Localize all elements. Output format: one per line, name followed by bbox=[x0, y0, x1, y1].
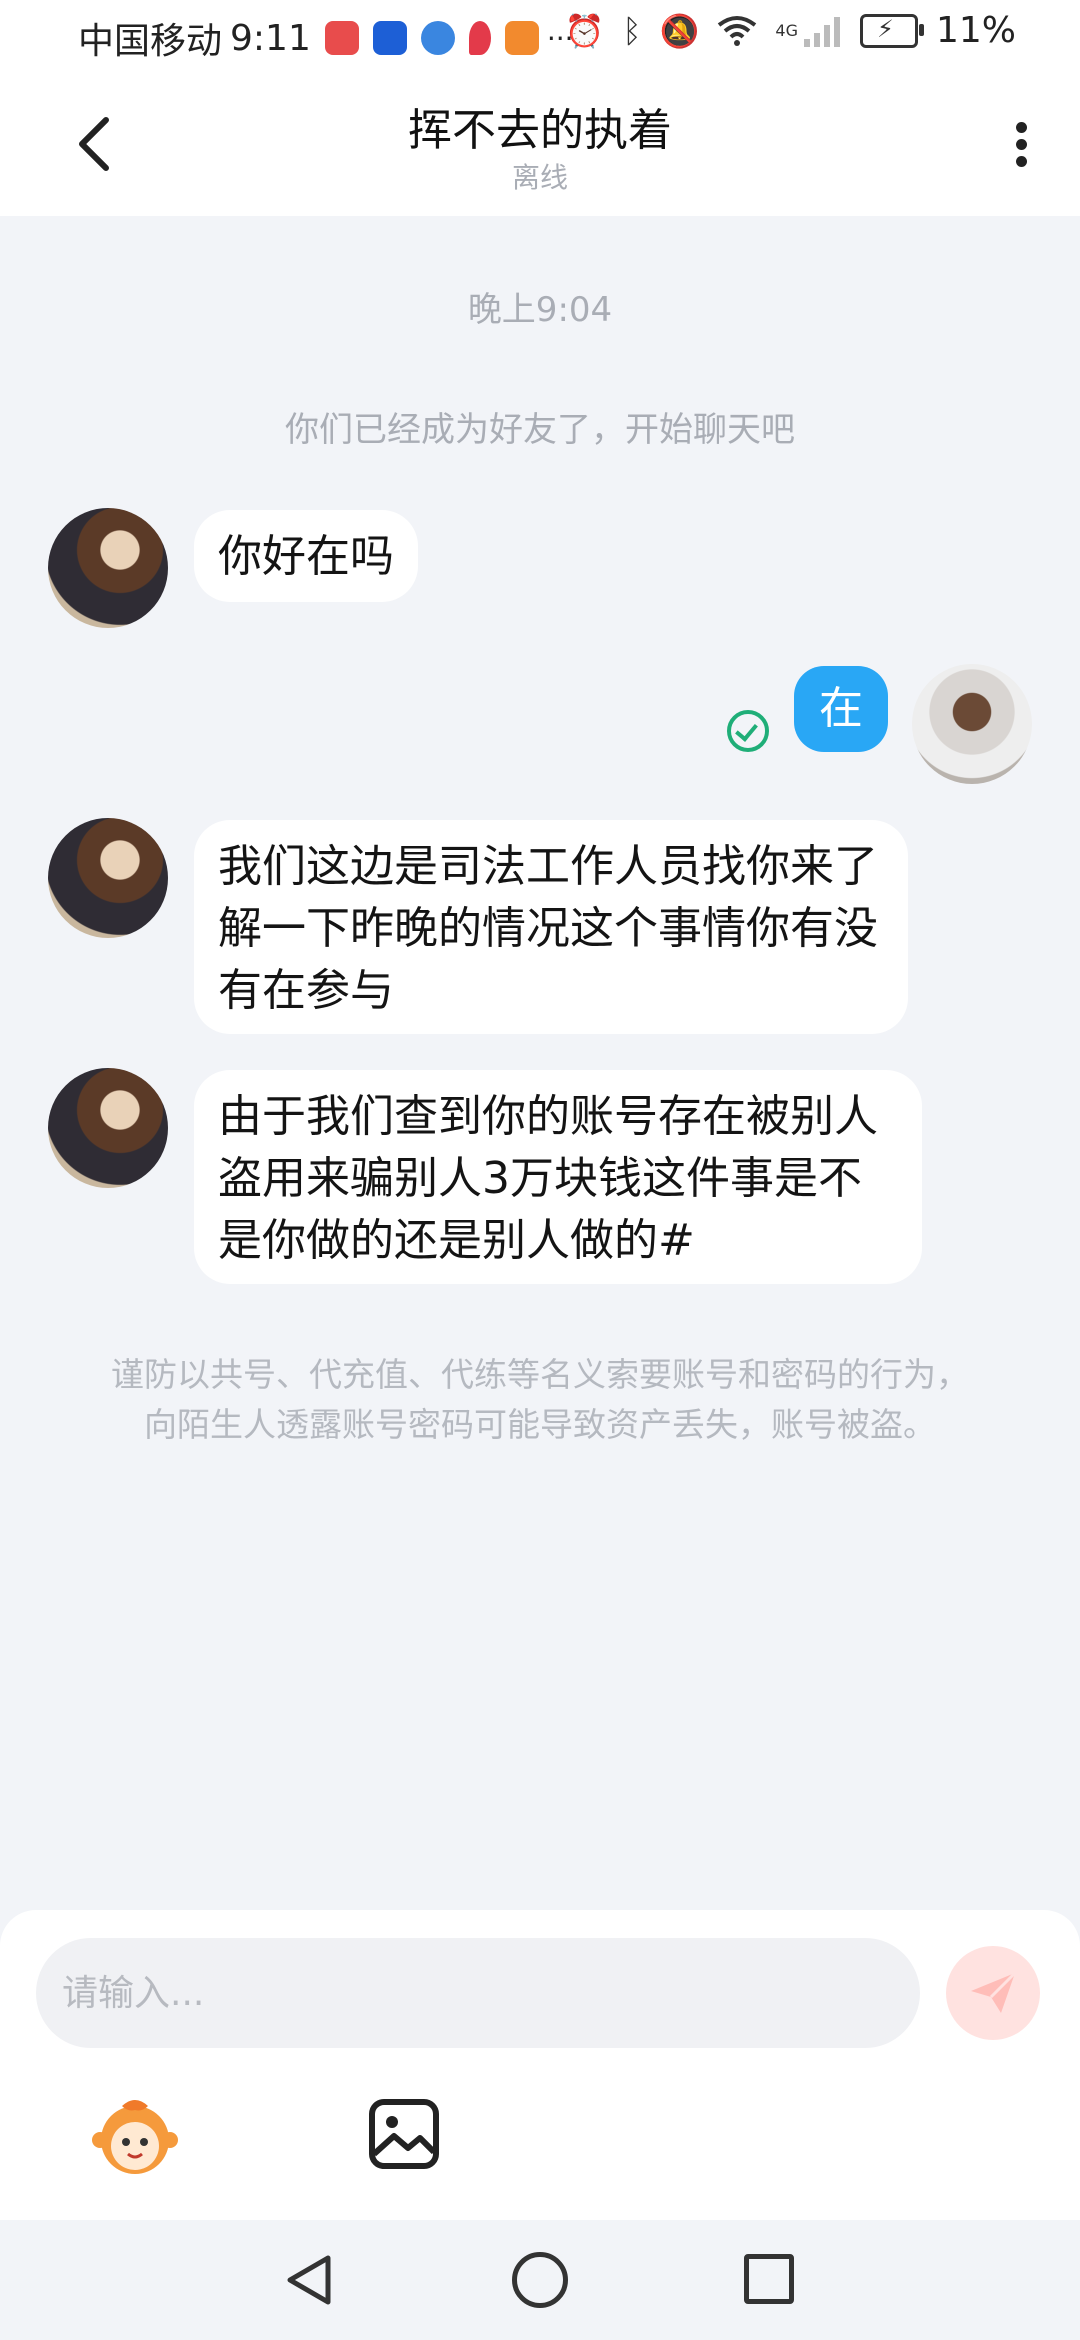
send-icon bbox=[971, 1971, 1017, 2013]
image-picker-icon[interactable] bbox=[368, 2098, 440, 2170]
bluetooth-icon: ᛒ bbox=[622, 11, 642, 50]
nav-back-icon[interactable] bbox=[282, 2252, 338, 2308]
globe-app-icon bbox=[420, 21, 455, 55]
wifi-icon bbox=[718, 15, 757, 46]
red-leaf-app-icon bbox=[468, 21, 491, 55]
video-app-icon bbox=[504, 21, 539, 55]
emoji-sticker-icon[interactable] bbox=[92, 2094, 178, 2180]
more-options-icon[interactable] bbox=[1006, 116, 1036, 176]
my-avatar[interactable] bbox=[912, 664, 1032, 784]
message-input[interactable] bbox=[36, 1938, 920, 2048]
status-bar-left: 中国移动 9:11 ··· bbox=[78, 12, 574, 64]
contact-avatar[interactable] bbox=[48, 818, 168, 938]
message-timestamp: 晚上9:04 bbox=[467, 290, 613, 330]
message-bubble-received[interactable]: 由于我们查到你的账号存在被别人盗用来骗别人3万块钱这件事是不是你做的还是别人做的… bbox=[194, 1070, 922, 1284]
network-type: 4G bbox=[775, 21, 798, 40]
message-bubble-sent[interactable]: 在 bbox=[794, 666, 888, 752]
huawei-mall-icon bbox=[324, 21, 359, 55]
message-composer bbox=[0, 1910, 1080, 2220]
read-receipt-icon bbox=[727, 710, 769, 752]
system-notice: 你们已经成为好友了，开始聊天吧 bbox=[285, 410, 795, 450]
message-bubble-received[interactable]: 你好在吗 bbox=[194, 510, 418, 602]
battery-icon: ⚡ bbox=[859, 13, 924, 48]
clock: 9:11 bbox=[230, 17, 311, 59]
mute-icon: 🔕 bbox=[659, 11, 700, 50]
contact-name: 挥不去的执着 bbox=[408, 105, 672, 156]
battery-level: 11% bbox=[935, 10, 1016, 51]
security-warning: 谨防以共号、代充值、代练等名义索要账号和密码的行为，向陌生人透露账号密码可能导致… bbox=[111, 1355, 969, 1444]
lightbulb-app-icon bbox=[372, 21, 407, 55]
contact-avatar[interactable] bbox=[48, 508, 168, 628]
system-nav-bar bbox=[0, 2220, 1080, 2340]
nav-home-icon[interactable] bbox=[512, 2252, 568, 2308]
status-bar-right: ⏰ ᛒ 🔕 4G ⚡ 11% bbox=[565, 10, 1016, 51]
contact-status: 离线 bbox=[511, 161, 568, 194]
chat-header: 挥不去的执着 离线 bbox=[0, 72, 1080, 216]
send-button[interactable] bbox=[946, 1946, 1040, 2040]
carrier-name: 中国移动 bbox=[78, 21, 223, 62]
chat-area[interactable]: 晚上9:04 你们已经成为好友了，开始聊天吧 你好在吗 在 我们这边是司法工作人… bbox=[0, 216, 1080, 1910]
signal-icon bbox=[803, 16, 840, 47]
nav-recents-icon[interactable] bbox=[744, 2254, 794, 2304]
message-bubble-received[interactable]: 我们这边是司法工作人员找你来了解一下昨晚的情况这个事情你有没有在参与 bbox=[194, 820, 908, 1034]
status-bar: 中国移动 9:11 ··· ⏰ ᛒ 🔕 4G ⚡ 11% bbox=[0, 0, 1080, 72]
contact-avatar[interactable] bbox=[48, 1068, 168, 1188]
alarm-icon: ⏰ bbox=[564, 11, 605, 50]
